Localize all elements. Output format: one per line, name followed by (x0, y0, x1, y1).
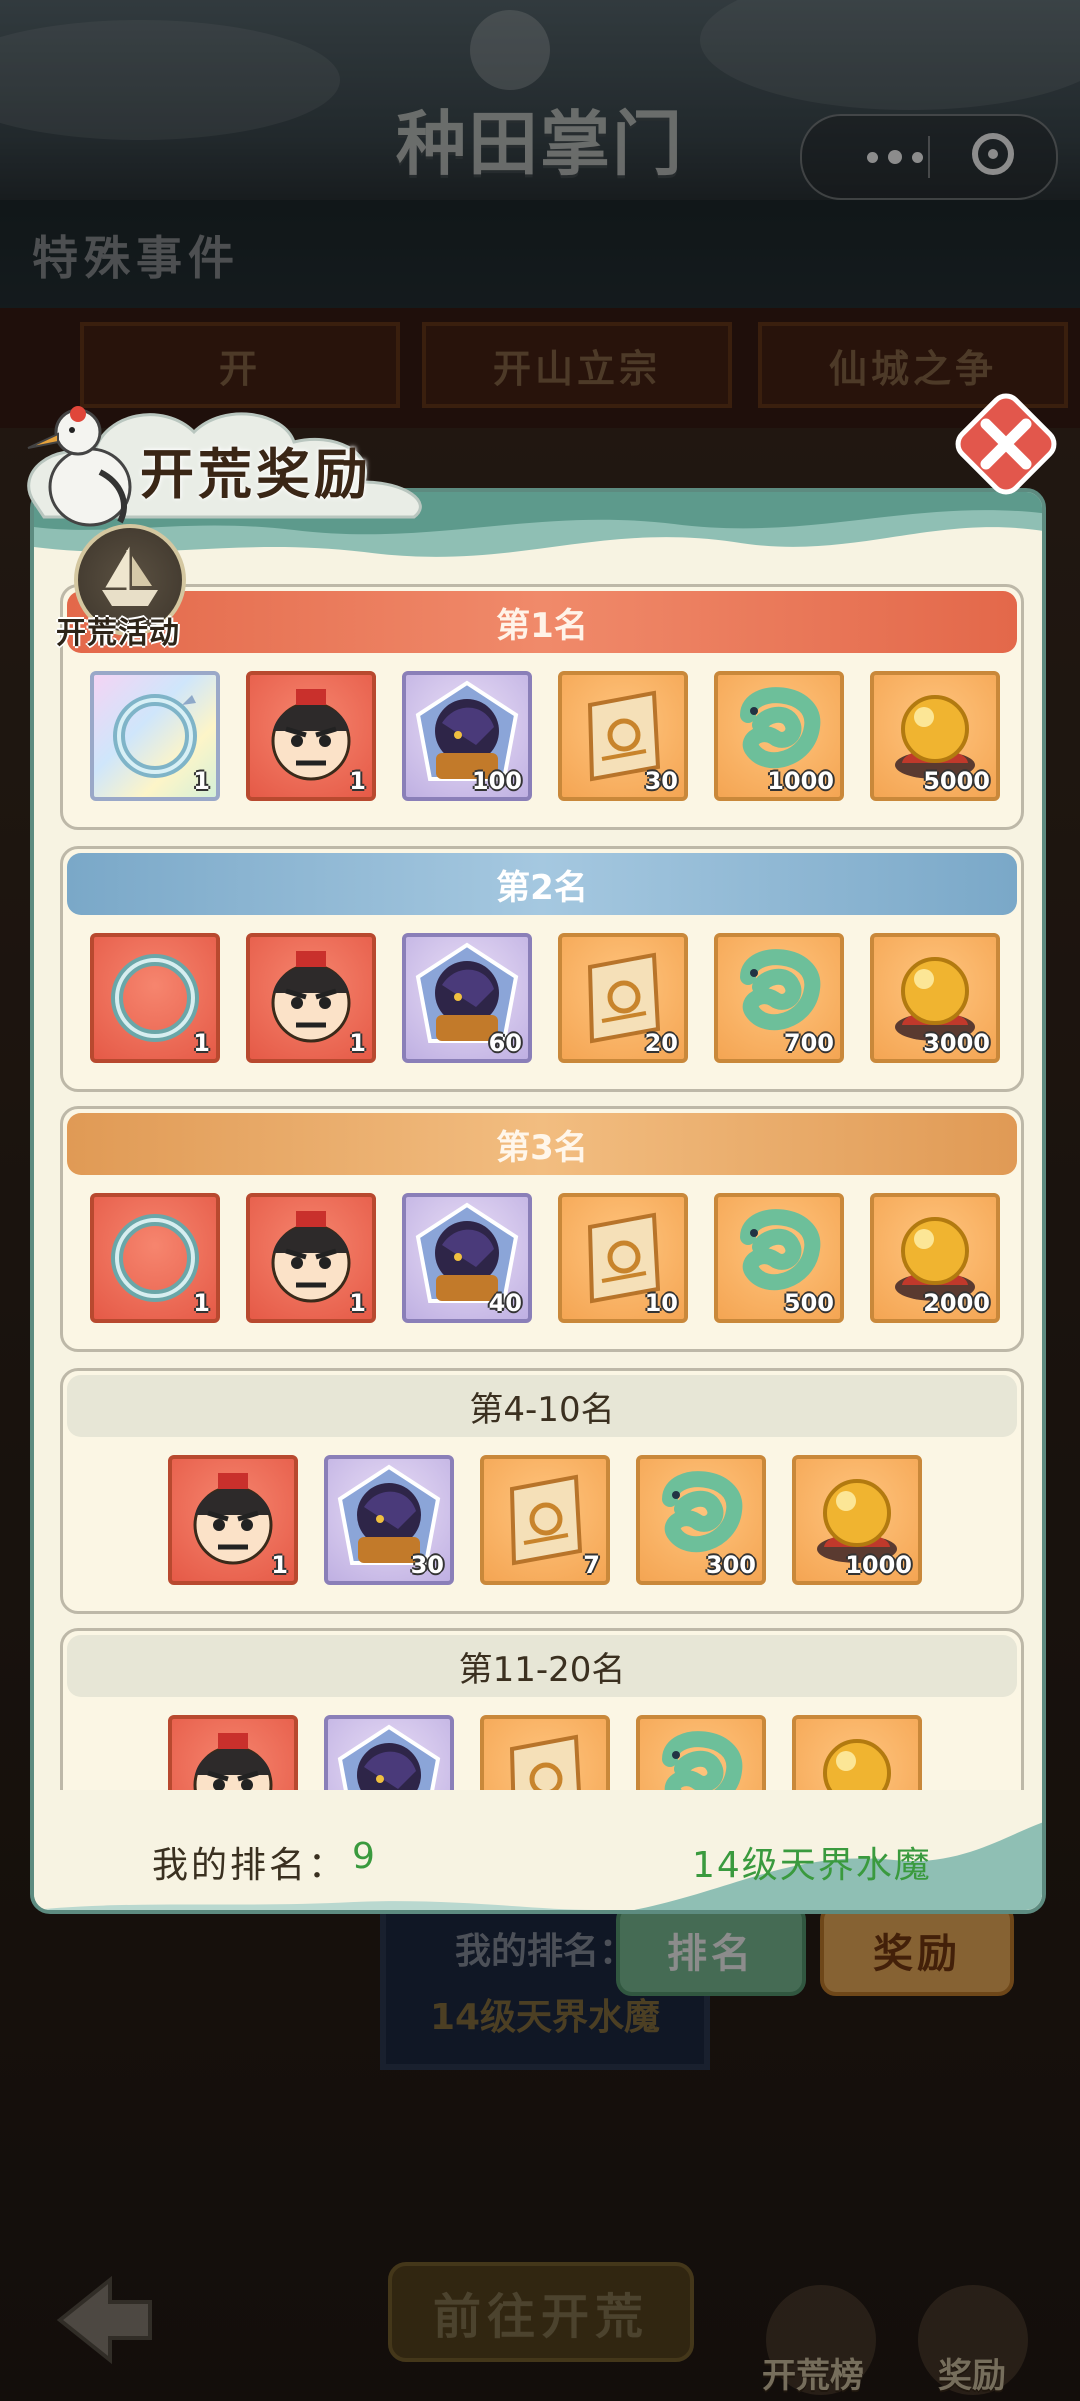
rank-bar: 第4-10名 (67, 1375, 1017, 1437)
reward-item[interactable]: 1000 (792, 1455, 922, 1585)
item-count: 20 (644, 1029, 678, 1057)
item-count: 30 (644, 767, 678, 795)
item-count: 1 (193, 1289, 210, 1317)
item-count: 1 (271, 1551, 288, 1579)
rank-label: 第3名 (496, 1127, 588, 1168)
item-count: 300 (705, 1551, 756, 1579)
reward-item[interactable]: 1 (90, 1193, 220, 1323)
rank-label: 第11-20名 (458, 1649, 626, 1690)
reward-items: 1 30 7 300 1000 (63, 1455, 1024, 1585)
reward-item[interactable]: 60 (402, 933, 532, 1063)
reward-item[interactable]: 1 (246, 933, 376, 1063)
item-count: 3000 (923, 1029, 990, 1057)
item-count: 1000 (845, 1551, 912, 1579)
reward-section-rank-11-20: 第11-20名 (60, 1628, 1024, 1798)
item-count: 1 (349, 767, 366, 795)
reward-item[interactable]: 1 (246, 671, 376, 801)
reward-section-rank-1: 第1名 1 1 100 30 1000 5000 (60, 584, 1024, 830)
reward-item[interactable]: 30 (558, 671, 688, 801)
crane-mascot-icon (27, 406, 132, 527)
reward-items: 1 1 40 10 500 2000 (63, 1193, 1024, 1323)
rank-bar: 第11-20名 (67, 1635, 1017, 1697)
item-count: 1000 (767, 767, 834, 795)
reward-list[interactable]: 第1名 1 1 100 30 1000 5000 第2名 1 1 60 20 700 3000 第3… (60, 584, 1024, 1798)
item-count: 500 (783, 1289, 834, 1317)
item-count: 1 (349, 1289, 366, 1317)
reward-item[interactable]: 5000 (870, 671, 1000, 801)
item-count: 2000 (923, 1289, 990, 1317)
jade-dragon-icon (662, 1731, 743, 1798)
item-count: 40 (488, 1289, 522, 1317)
reward-item[interactable]: 1000 (714, 671, 844, 801)
rank-bar: 第2名 (67, 853, 1017, 915)
rank-label: 第4-10名 (469, 1389, 615, 1430)
close-icon[interactable] (950, 388, 1062, 500)
item-count: 60 (488, 1029, 522, 1057)
reward-item[interactable]: 1 (168, 1455, 298, 1585)
reward-item[interactable]: 7 (480, 1455, 610, 1585)
reward-item[interactable] (168, 1715, 298, 1798)
talisman-scroll-icon (509, 1734, 582, 1798)
reward-items: 1 1 60 20 700 3000 (63, 933, 1024, 1063)
rank-bar: 第3名 (67, 1113, 1017, 1175)
reward-items: 1 1 100 30 1000 5000 (63, 671, 1024, 801)
reward-item[interactable]: 1 (90, 671, 220, 801)
item-count: 5000 (923, 767, 990, 795)
reward-item[interactable]: 20 (558, 933, 688, 1063)
item-count: 1 (193, 1029, 210, 1057)
reward-section-rank-2: 第2名 1 1 60 20 700 3000 (60, 846, 1024, 1092)
reward-item[interactable] (480, 1715, 610, 1798)
item-count: 30 (410, 1551, 444, 1579)
rank-label: 第2名 (496, 867, 588, 908)
footer-my-rank-value: 9 (352, 1836, 375, 1877)
reward-item[interactable]: 10 (558, 1193, 688, 1323)
golden-orb-icon (823, 1739, 891, 1798)
item-count: 700 (783, 1029, 834, 1057)
reward-item[interactable]: 1 (90, 933, 220, 1063)
reward-item[interactable]: 2000 (870, 1193, 1000, 1323)
dark-hero-shard-icon (337, 1724, 441, 1798)
reward-item[interactable]: 100 (402, 671, 532, 801)
reward-item[interactable]: 40 (402, 1193, 532, 1323)
reward-item[interactable]: 30 (324, 1455, 454, 1585)
reward-section-rank-3: 第3名 1 1 40 10 500 2000 (60, 1106, 1024, 1352)
rank-bar: 第1名 (67, 591, 1017, 653)
item-count: 10 (644, 1289, 678, 1317)
reward-item[interactable] (324, 1715, 454, 1798)
reward-item[interactable]: 3000 (870, 933, 1000, 1063)
reward-item[interactable]: 300 (636, 1455, 766, 1585)
reward-item[interactable] (792, 1715, 922, 1798)
reward-items (63, 1715, 1024, 1798)
item-count: 100 (471, 767, 522, 795)
modal-title: 开荒奖励 (140, 442, 372, 506)
warrior-avatar-icon (193, 1733, 273, 1798)
reward-section-rank-4-10: 第4-10名 1 30 7 300 1000 (60, 1368, 1024, 1614)
item-count: 1 (349, 1029, 366, 1057)
reward-modal: 第1名 1 1 100 30 1000 5000 第2名 1 1 60 20 700 3000 第3… (30, 488, 1046, 1914)
reward-item[interactable]: 500 (714, 1193, 844, 1323)
reward-item[interactable]: 1 (246, 1193, 376, 1323)
reward-item[interactable] (636, 1715, 766, 1798)
footer-my-title: 14级天界水魔 (692, 1845, 932, 1886)
footer-my-rank-label: 我的排名： (152, 1845, 348, 1886)
activity-label: 开荒活动 (56, 616, 180, 651)
item-count: 7 (583, 1551, 600, 1579)
item-count: 1 (193, 767, 210, 795)
rank-label: 第1名 (496, 605, 588, 646)
reward-item[interactable]: 700 (714, 933, 844, 1063)
